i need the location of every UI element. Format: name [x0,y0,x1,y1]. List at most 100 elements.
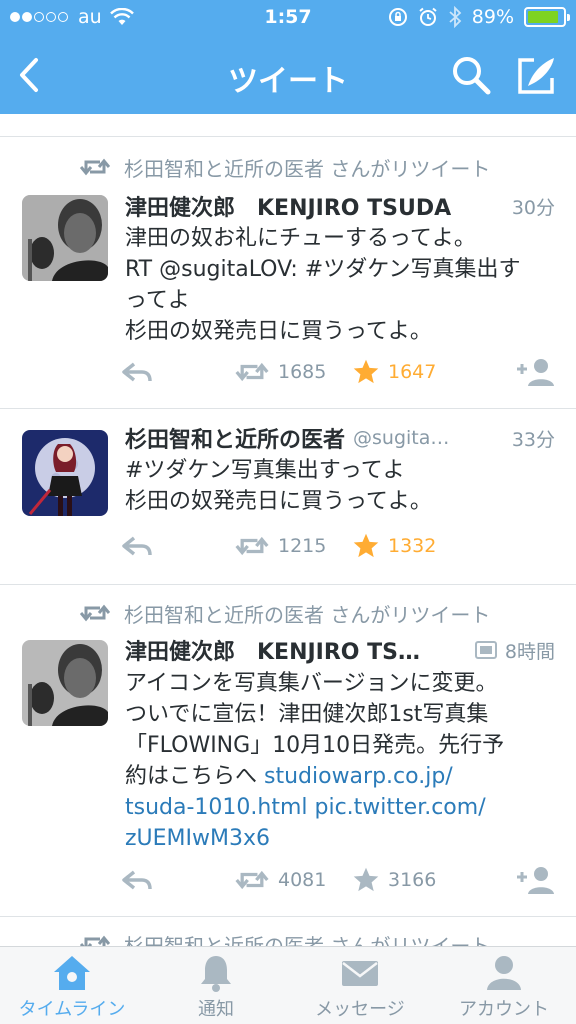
tweet-time-wrap: 8時間 [465,637,555,664]
tab-messages[interactable]: メッセージ [288,947,432,1024]
retweet-icon [235,362,269,382]
tweet-text: 津田の奴お礼にチューするってよ。 RT @sugitaLOV: #ツダケン写真集… [125,223,560,347]
star-icon [353,867,379,892]
tweet-item[interactable]: 杉田智和と近所の医者 さんがリツイート 津田健次郎 KENJIRO TS… 8時… [0,584,576,916]
reply-icon [122,536,152,556]
bluetooth-icon [449,6,462,28]
app-header: au 1:57 89% ツイート [0,0,576,114]
tweet-actions: 4081 3166 [120,862,560,898]
retweet-context: 杉田智和と近所の医者 さんがリツイート [80,152,490,182]
tweet-text-line: ってよ [125,288,190,313]
tab-account[interactable]: アカウント [432,947,576,1024]
battery-icon [524,7,570,27]
media-icon [474,641,497,659]
tab-timeline[interactable]: タイムライン [0,947,144,1024]
rotation-lock-icon [388,8,407,26]
retweet-icon [235,536,269,556]
author-name[interactable]: 杉田智和と近所の医者 [125,422,345,454]
person-icon [487,956,521,990]
retweet-icon [80,604,110,622]
avatar-image [22,195,108,281]
favorite-count: 3166 [388,869,437,891]
tab-label: アカウント [459,999,549,1020]
tweet-text-line: 杉田の奴発売日に買うってよ。 [125,319,432,344]
tweet-text-line: RT @sugitaLOV: #ツダケン写真集出す [125,257,521,282]
avatar[interactable] [22,430,108,516]
battery-level-fill [528,11,559,23]
retweet-icon [80,935,110,946]
retweet-count: 1215 [278,535,327,557]
reply-icon [122,362,152,382]
follow-button[interactable] [515,862,563,898]
tweet-text: アイコンを写真集バージョンに変更。 ついでに宣伝！津田健次郎1st写真集 「FL… [125,668,560,854]
tweet-text-line: 約はこちらへ studiowarp.co.jp/ [125,761,560,792]
star-icon [353,533,379,558]
search-icon[interactable] [450,54,492,96]
tweet-item[interactable]: 杉田智和と近所の医者 @sugita… 33分 #ツダケン写真集出すってよ 杉田… [0,408,576,584]
tweet-link[interactable]: tsuda-1010.html pic.twitter.com/ [125,792,560,823]
retweet-icon [235,870,269,890]
tweet-timeline[interactable]: 杉田智和と近所の医者 さんがリツイート 津田健次郎 KENJIRO TSUDA … [0,114,576,946]
favorite-button[interactable]: 1647 [352,354,436,390]
reply-button[interactable] [120,862,162,898]
tweet-text-line: 「FLOWING」10月10日発売。先行予 [125,733,505,758]
retweet-button[interactable]: 1215 [234,528,326,564]
avatar[interactable] [22,195,108,281]
author-name[interactable]: 津田健次郎 KENJIRO TS… [125,634,420,666]
compose-icon[interactable] [516,54,558,96]
reply-icon [122,870,152,890]
retweet-context-text: 杉田智和と近所の医者 さんがリツイート [124,602,491,627]
tweet-text-line: #ツダケン写真集出すってよ [125,458,405,483]
author-handle[interactable]: @sugita… [353,427,502,449]
avatar-image [22,430,108,516]
tweet-actions: 1685 1647 [120,354,560,390]
retweet-context: 杉田智和と近所の医者 さんがリツイート [80,929,490,946]
retweet-button[interactable]: 1685 [234,354,326,390]
favorite-button[interactable]: 3166 [352,862,436,898]
star-icon [353,359,379,384]
retweet-context: 杉田智和と近所の医者 さんがリツイート [80,598,490,628]
tweet-text-line: ついでに宣伝！津田健次郎1st写真集 [125,702,489,727]
retweet-context-text: 杉田智和と近所の医者 さんがリツイート [124,933,491,947]
tweet-header: 杉田智和と近所の医者 @sugita… 33分 [125,422,555,454]
favorite-count: 1647 [388,361,437,383]
tweet-link[interactable]: zUEMIwM3x6 [125,823,560,854]
retweet-context-text: 杉田智和と近所の医者 さんがリツイート [124,156,491,181]
nav-bar: ツイート [0,36,576,114]
battery-percent: 89% [471,6,514,28]
retweet-count: 4081 [278,869,327,891]
avatar[interactable] [22,640,108,726]
add-user-icon [517,359,554,386]
retweet-icon [80,158,110,176]
tab-label: タイムライン [18,999,126,1020]
tweet-link[interactable]: studiowarp.co.jp/ [264,764,453,789]
tweet-header: 津田健次郎 KENJIRO TS… 8時間 [125,634,555,666]
tweet-item[interactable]: 杉田智和と近所の医者 さんがリツイート 津田健次郎 KENJIRO TSUDA … [0,136,576,408]
home-icon [54,956,90,990]
alarm-icon [419,7,437,26]
tab-notifications[interactable]: 通知 [144,947,288,1024]
favorite-button[interactable]: 1332 [352,528,436,564]
tweet-text-line: 杉田の奴発売日に買うってよ。 [125,489,432,514]
tweet-text-line: アイコンを写真集バージョンに変更。 [125,671,498,696]
divider [0,916,576,917]
avatar-image [22,640,108,726]
retweet-button[interactable]: 4081 [234,862,326,898]
envelope-icon [342,961,378,986]
tweet-text: #ツダケン写真集出すってよ 杉田の奴発売日に買うってよ。 [125,455,560,517]
bell-icon [201,956,231,992]
status-right: 89% [378,6,570,28]
tweet-time: 30分 [511,196,555,219]
tab-label: メッセージ [315,999,405,1020]
reply-button[interactable] [120,528,162,564]
status-bar: au 1:57 89% [0,0,576,36]
tweet-time: 8時間 [504,640,555,663]
favorite-count: 1332 [388,535,437,557]
follow-button[interactable] [515,354,563,390]
add-user-icon [517,867,554,894]
author-name[interactable]: 津田健次郎 KENJIRO TSUDA [125,190,451,222]
tweet-header: 津田健次郎 KENJIRO TSUDA 30分 [125,190,555,222]
reply-button[interactable] [120,354,162,390]
retweet-count: 1685 [278,361,327,383]
tweet-text-fragment: 約はこちらへ [125,764,264,789]
